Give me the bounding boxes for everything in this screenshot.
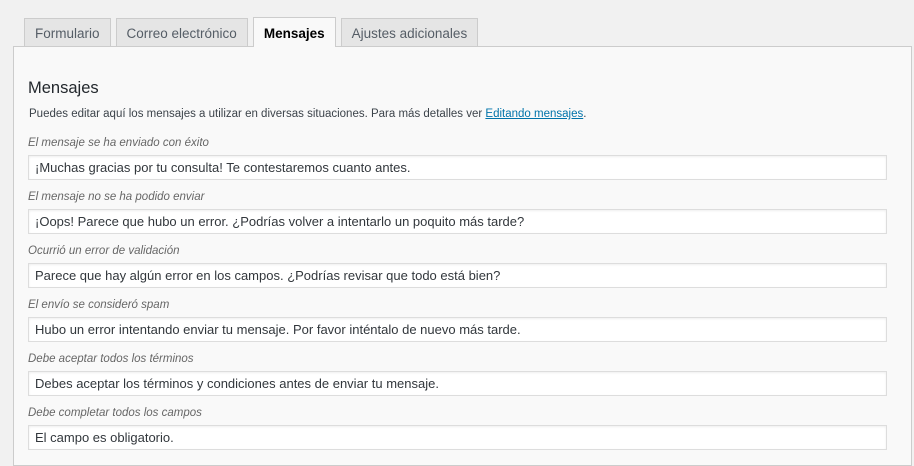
message-field-sent-ok: El mensaje se ha enviado con éxito [28, 136, 887, 180]
message-label-sent-ok: El mensaje se ha enviado con éxito [28, 137, 209, 149]
message-input-accept-terms[interactable] [28, 371, 887, 396]
editing-messages-link[interactable]: Editando mensajes [485, 108, 583, 120]
panel-description-text: Puedes editar aquí los mensajes a utiliz… [29, 108, 486, 120]
tab-formulario[interactable]: Formulario [24, 18, 111, 47]
message-input-validation-error[interactable] [28, 263, 887, 288]
message-input-send-failed[interactable] [28, 209, 887, 234]
tab-bar: Formulario Correo electrónico Mensajes A… [24, 17, 483, 47]
messages-panel: Mensajes Puedes editar aquí los mensajes… [13, 46, 912, 466]
message-label-required-fields: Debe completar todos los campos [28, 407, 202, 419]
message-input-required-fields[interactable] [28, 425, 887, 450]
tab-correo-electronico[interactable]: Correo electrónico [115, 18, 248, 47]
panel-description-end: . [583, 108, 587, 120]
panel-title: Mensajes [28, 79, 99, 97]
message-input-spam[interactable] [28, 317, 887, 342]
message-field-accept-terms: Debe aceptar todos los términos [28, 352, 887, 396]
message-label-spam: El envío se consideró spam [28, 299, 170, 311]
message-field-required-fields: Debe completar todos los campos [28, 406, 887, 450]
message-input-sent-ok[interactable] [28, 155, 887, 180]
message-field-validation-error: Ocurrió un error de validación [28, 244, 887, 288]
tab-mensajes[interactable]: Mensajes [252, 17, 336, 47]
message-label-validation-error: Ocurrió un error de validación [28, 245, 180, 257]
message-label-accept-terms: Debe aceptar todos los términos [28, 353, 194, 365]
message-field-spam: El envío se consideró spam [28, 298, 887, 342]
panel-description: Puedes editar aquí los mensajes a utiliz… [29, 108, 586, 120]
tab-ajustes-adicionales[interactable]: Ajustes adicionales [340, 18, 479, 47]
message-field-send-failed: El mensaje no se ha podido enviar [28, 190, 887, 234]
message-label-send-failed: El mensaje no se ha podido enviar [28, 191, 205, 203]
